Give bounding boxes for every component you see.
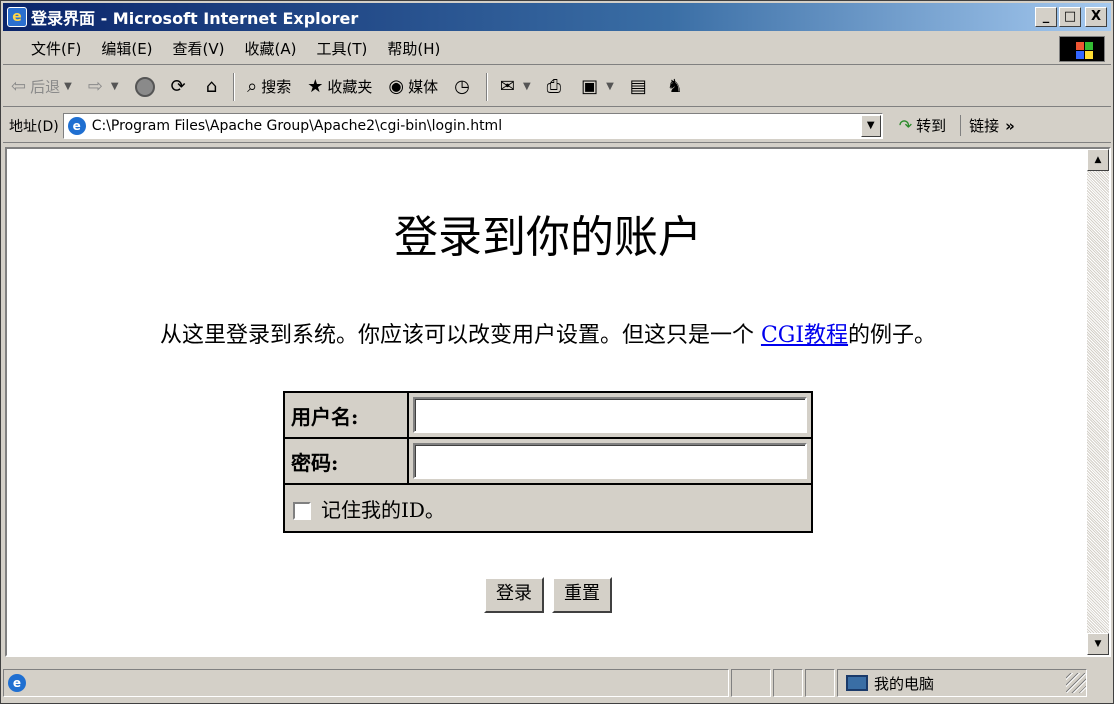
remember-label: 记住我的ID。 — [321, 497, 445, 522]
print-button[interactable]: ⎙ — [539, 71, 573, 103]
menu-help[interactable]: 帮助(H) — [377, 38, 450, 59]
menu-bar: 文件(F) 编辑(E) 查看(V) 收藏(A) 工具(T) 帮助(H) — [3, 33, 1111, 65]
links-label: 链接 — [969, 117, 1000, 135]
stop-button[interactable] — [127, 71, 163, 103]
page-content: 登录到你的账户 从这里登录到系统。你应该可以改变用户设置。但这只是一个 CGI教… — [7, 149, 1089, 655]
ie-icon: e — [7, 7, 27, 27]
intro-text: 从这里登录到系统。你应该可以改变用户设置。但这只是一个 CGI教程的例子。 — [7, 317, 1089, 349]
mail-icon: ✉ — [499, 76, 515, 97]
remember-checkbox[interactable] — [293, 502, 311, 520]
favorites-button[interactable]: ★ 收藏夹 — [299, 71, 380, 103]
messenger-button[interactable]: ♞ — [659, 71, 695, 103]
menu-favorites[interactable]: 收藏(A) — [235, 38, 307, 59]
toolbar: ⇦ 后退 ▼ ⇨ ▼ ⟳ ⌂ ⌕ 搜索 ★ 收藏夹 ◉ 媒体 ◷ ✉ ▼ ⎙ ▣… — [3, 67, 1111, 107]
menu-view[interactable]: 查看(V) — [163, 38, 235, 59]
intro-text-before: 从这里登录到系统。你应该可以改变用户设置。但这只是一个 — [159, 323, 761, 348]
chevron-right-icon: » — [1005, 117, 1015, 135]
toolbar-separator — [485, 72, 488, 101]
address-bar: 地址(D) e C:\Program Files\Apache Group\Ap… — [3, 109, 1111, 143]
username-input[interactable] — [413, 397, 807, 433]
search-label: 搜索 — [261, 78, 292, 96]
history-icon: ◷ — [454, 76, 470, 97]
reset-button[interactable]: 重置 — [552, 577, 612, 613]
status-pane — [805, 669, 835, 697]
forward-arrow-icon: ⇨ — [87, 76, 103, 97]
back-label: 后退 — [30, 78, 61, 96]
status-message: e — [3, 669, 729, 697]
remember-row: 记住我的ID。 — [283, 483, 813, 533]
media-icon: ◉ — [388, 76, 405, 97]
media-label: 媒体 — [408, 78, 439, 96]
minimize-button[interactable]: _ — [1035, 7, 1057, 27]
search-icon: ⌕ — [247, 76, 258, 97]
stop-icon — [134, 76, 155, 97]
form-buttons: 登录 重置 — [7, 577, 1089, 613]
refresh-icon: ⟳ — [170, 76, 186, 97]
home-icon: ⌂ — [205, 76, 218, 97]
window-title: 登录界面 - Microsoft Internet Explorer — [31, 9, 359, 28]
login-button[interactable]: 登录 — [484, 577, 544, 613]
home-button[interactable]: ⌂ — [198, 71, 229, 103]
address-value: C:\Program Files\Apache Group\Apache2\cg… — [91, 117, 503, 134]
word-edit-icon: ▣ — [581, 76, 599, 97]
edit-button[interactable]: ▣ ▼ — [573, 71, 622, 103]
scroll-up-button[interactable]: ▲ — [1087, 149, 1109, 171]
refresh-button[interactable]: ⟳ — [163, 71, 198, 103]
page-viewport: 登录到你的账户 从这里登录到系统。你应该可以改变用户设置。但这只是一个 CGI教… — [5, 147, 1111, 657]
maximize-button[interactable]: □ — [1059, 7, 1081, 27]
chevron-down-icon: ▼ — [606, 81, 614, 92]
favorites-icon: ★ — [307, 76, 324, 97]
scroll-down-button[interactable]: ▼ — [1087, 633, 1109, 655]
toolbar-separator — [233, 72, 236, 101]
address-input[interactable]: e C:\Program Files\Apache Group\Apache2\… — [62, 112, 883, 139]
go-button[interactable]: ↷ 转到 — [899, 115, 946, 136]
username-label: 用户名: — [283, 391, 409, 439]
print-icon: ⎙ — [546, 76, 562, 97]
chevron-down-icon: ▼ — [522, 81, 531, 92]
search-button[interactable]: ⌕ 搜索 — [239, 71, 299, 103]
chevron-down-icon: ▼ — [110, 81, 119, 92]
address-dropdown-button[interactable]: ▼ — [860, 114, 881, 137]
status-bar: e 我的电脑 — [3, 665, 1111, 701]
mail-button[interactable]: ✉ ▼ — [492, 71, 539, 103]
back-arrow-icon: ⇦ — [11, 76, 27, 97]
vertical-scrollbar[interactable]: ▲ ▼ — [1087, 149, 1109, 655]
discuss-icon: ▤ — [629, 76, 647, 97]
messenger-icon: ♞ — [666, 76, 683, 97]
password-input[interactable] — [413, 443, 807, 479]
menu-edit[interactable]: 编辑(E) — [91, 38, 162, 59]
forward-button[interactable]: ⇨ ▼ — [80, 71, 127, 103]
address-label: 地址(D) — [9, 118, 59, 135]
menu-tools[interactable]: 工具(T) — [306, 38, 377, 59]
close-button[interactable]: X — [1085, 7, 1107, 27]
status-pane — [731, 669, 771, 697]
page-icon: e — [67, 116, 86, 135]
menu-file[interactable]: 文件(F) — [3, 38, 91, 59]
links-button[interactable]: 链接 » — [960, 115, 1015, 136]
resize-grip[interactable] — [1066, 673, 1086, 693]
status-pane — [773, 669, 803, 697]
my-computer-icon — [846, 675, 868, 691]
title-bar[interactable]: e 登录界面 - Microsoft Internet Explorer _ □… — [3, 3, 1111, 31]
favorites-label: 收藏夹 — [327, 78, 373, 96]
back-button[interactable]: ⇦ 后退 ▼ — [3, 71, 80, 103]
chevron-down-icon: ▼ — [64, 81, 72, 92]
password-label: 密码: — [283, 437, 409, 485]
media-button[interactable]: ◉ 媒体 — [380, 71, 446, 103]
discuss-button[interactable]: ▤ — [622, 71, 659, 103]
cgi-tutorial-link[interactable]: CGI教程 — [761, 323, 848, 348]
go-label: 转到 — [916, 117, 947, 135]
browser-window: e 登录界面 - Microsoft Internet Explorer _ □… — [0, 0, 1114, 704]
security-zone: 我的电脑 — [837, 669, 1087, 697]
go-arrow-icon: ↷ — [898, 116, 913, 135]
windows-logo-icon — [1059, 36, 1105, 62]
page-heading: 登录到你的账户 — [394, 212, 702, 263]
login-form-table: 用户名: 密码: 记住我的ID。 — [283, 391, 813, 533]
intro-text-after: 的例子。 — [848, 323, 937, 348]
ie-status-icon: e — [8, 674, 26, 692]
zone-label: 我的电脑 — [874, 674, 935, 693]
history-button[interactable]: ◷ — [446, 71, 482, 103]
